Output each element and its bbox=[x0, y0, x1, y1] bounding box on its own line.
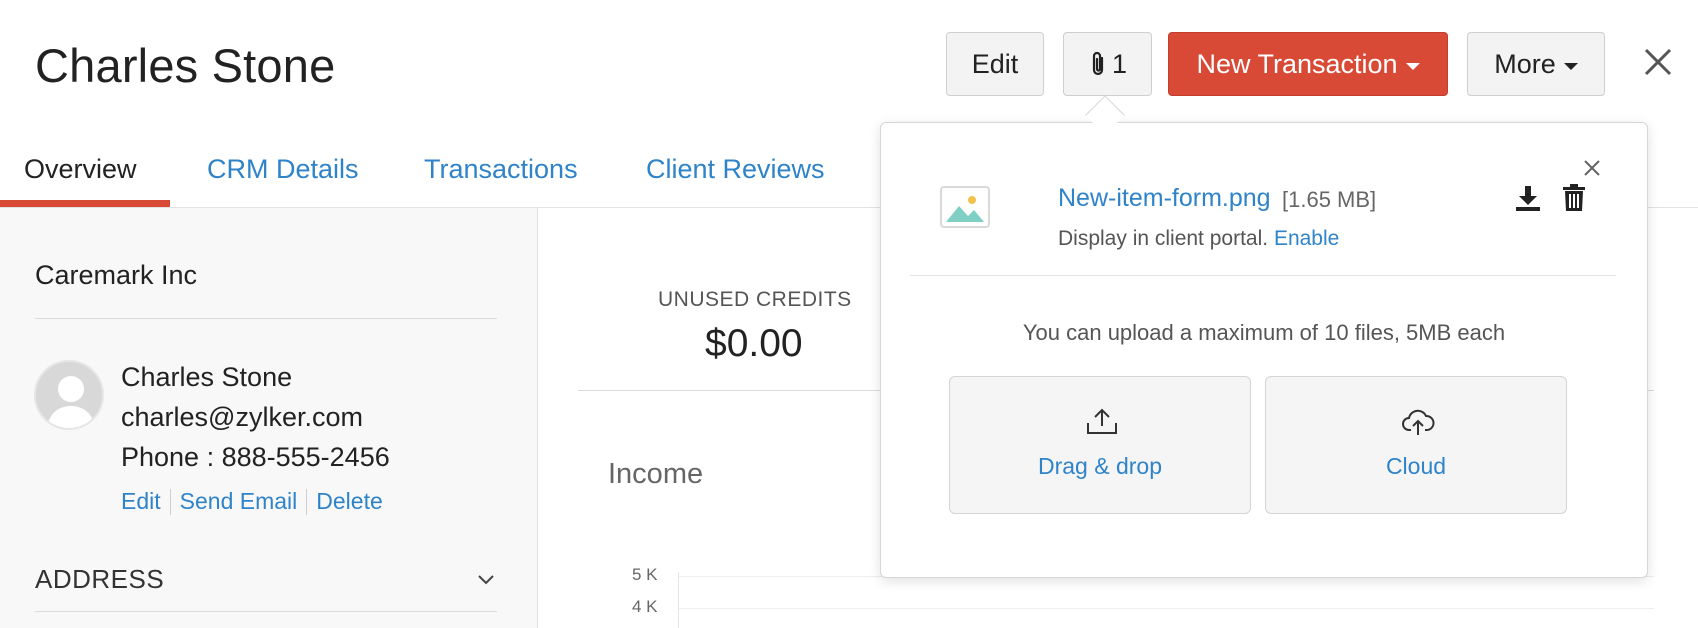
contact-actions: Edit Send Email Delete bbox=[121, 488, 383, 515]
tab-crm-details[interactable]: CRM Details bbox=[207, 154, 359, 185]
attachment-file-name[interactable]: New-item-form.png bbox=[1058, 184, 1271, 213]
separator bbox=[169, 488, 171, 515]
new-transaction-button[interactable]: New Transaction bbox=[1168, 32, 1448, 96]
income-chart-title: Income bbox=[608, 458, 704, 490]
y-axis-tick: 5 K bbox=[632, 565, 658, 584]
contact-name: Charles Stone bbox=[121, 362, 293, 392]
edit-button[interactable]: Edit bbox=[946, 32, 1044, 96]
attachments-button[interactable]: 1 bbox=[1063, 32, 1152, 96]
contact-sidebar: Caremark Inc Charles Stone charles@zylke… bbox=[0, 208, 538, 628]
attachment-count: 1 bbox=[1111, 48, 1128, 79]
delete-link[interactable]: Delete bbox=[316, 488, 382, 515]
client-portal-text: Display in client portal. bbox=[1058, 227, 1269, 250]
image-file-icon bbox=[940, 186, 990, 228]
contact-phone: Phone : 888-555-2456 bbox=[121, 442, 390, 472]
unused-credits-value: $0.00 bbox=[705, 322, 803, 365]
new-transaction-label: New Transaction bbox=[1196, 48, 1398, 79]
y-axis-line bbox=[678, 572, 679, 628]
drag-and-drop-upload-button[interactable]: Drag & drop bbox=[949, 376, 1251, 514]
address-section-title[interactable]: ADDRESS bbox=[35, 564, 164, 595]
tab-client-reviews[interactable]: Client Reviews bbox=[646, 154, 825, 185]
divider bbox=[35, 318, 497, 319]
user-silhouette-icon bbox=[46, 376, 96, 428]
tab-transactions[interactable]: Transactions bbox=[424, 154, 578, 185]
more-label: More bbox=[1494, 48, 1556, 79]
caret-down-icon bbox=[1405, 62, 1420, 70]
customer-detail-page: Charles Stone Edit 1 New Transaction Mor… bbox=[0, 0, 1698, 628]
tab-overview[interactable]: Overview bbox=[24, 154, 137, 185]
gridline bbox=[678, 608, 1654, 609]
company-name: Caremark Inc bbox=[35, 260, 198, 290]
edit-button-label: Edit bbox=[971, 48, 1019, 79]
send-email-link[interactable]: Send Email bbox=[180, 488, 298, 515]
close-icon[interactable] bbox=[1640, 44, 1676, 80]
contact-email: charles@zylker.com bbox=[121, 402, 363, 432]
divider bbox=[910, 275, 1616, 276]
paperclip-icon bbox=[1092, 51, 1104, 76]
divider bbox=[35, 611, 497, 612]
upload-icon bbox=[1087, 408, 1117, 434]
y-axis-tick: 4 K bbox=[632, 597, 658, 616]
caret-down-icon bbox=[1563, 62, 1578, 70]
contact-edit-link[interactable]: Edit bbox=[121, 488, 161, 515]
download-icon[interactable] bbox=[1514, 184, 1542, 212]
drag-and-drop-label: Drag & drop bbox=[1037, 453, 1162, 479]
chevron-down-icon[interactable] bbox=[476, 570, 496, 590]
cloud-upload-icon bbox=[1402, 409, 1435, 435]
attachment-file-size: [1.65 MB] bbox=[1282, 187, 1377, 212]
client-portal-note: Display in client portal. Enable bbox=[1058, 227, 1339, 251]
active-tab-indicator bbox=[0, 200, 170, 207]
close-icon[interactable] bbox=[1582, 158, 1602, 178]
separator bbox=[306, 488, 308, 515]
enable-portal-link[interactable]: Enable bbox=[1274, 227, 1339, 250]
trash-icon[interactable] bbox=[1562, 184, 1586, 212]
unused-credits-label: UNUSED CREDITS bbox=[658, 288, 852, 311]
page-header: Charles Stone Edit 1 New Transaction Mor… bbox=[0, 0, 1698, 130]
upload-limit-note: You can upload a maximum of 10 files, 5M… bbox=[1022, 320, 1506, 345]
page-title: Charles Stone bbox=[35, 39, 336, 92]
avatar bbox=[34, 360, 104, 430]
cloud-upload-button[interactable]: Cloud bbox=[1265, 376, 1567, 514]
more-button[interactable]: More bbox=[1467, 32, 1605, 96]
cloud-label: Cloud bbox=[1385, 453, 1447, 479]
